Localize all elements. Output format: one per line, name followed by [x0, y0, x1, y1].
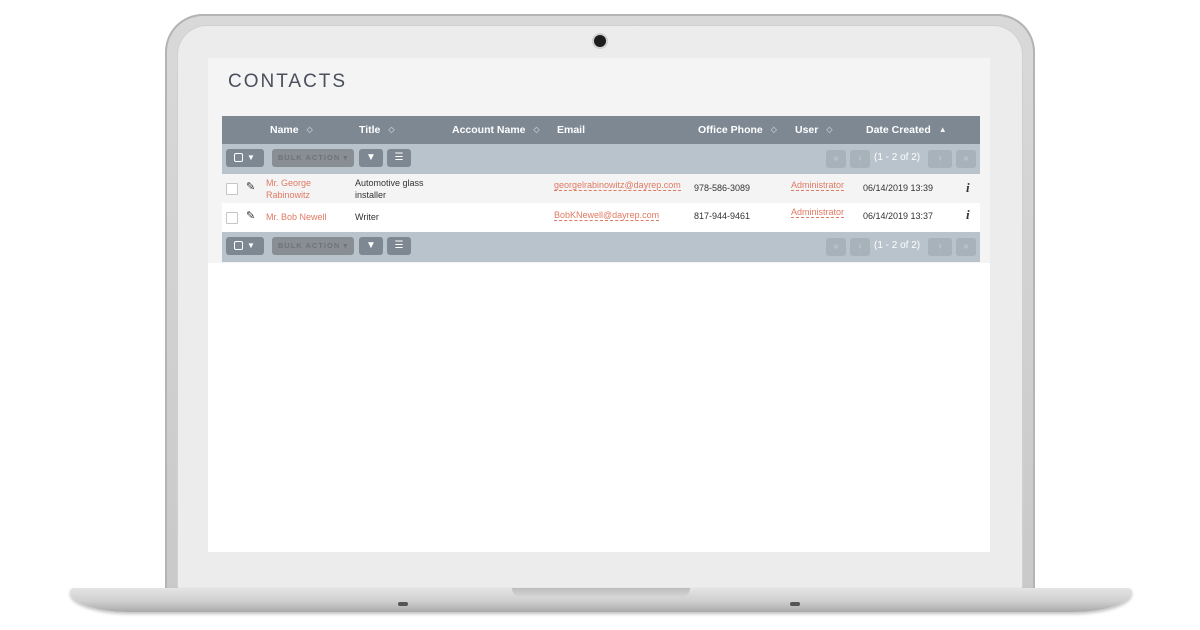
first-page-icon: « [833, 153, 839, 164]
filter-icon: ▼ [366, 152, 376, 163]
last-page-button[interactable]: » [956, 150, 976, 168]
next-page-icon: › [938, 241, 942, 252]
next-page-icon: › [938, 153, 942, 164]
list-toolbar-top: ▼ BULK ACTION ▾ ▼ ☰ « ‹ (1 - 2 of 2) › » [222, 144, 980, 174]
contact-title: Writer [355, 212, 379, 222]
checkbox-icon [234, 153, 243, 162]
pagination-summary: (1 - 2 of 2) [874, 152, 921, 163]
sort-icon[interactable]: ◇ [771, 125, 777, 134]
contact-email-link[interactable]: georgelrabinowitz@dayrep.com [554, 180, 681, 191]
contact-title: Automotive glass installer [355, 178, 424, 200]
screen: CONTACTS Name ◇ Title ◇ Account Name ◇ Emai… [208, 58, 990, 552]
table-row: ✎ Mr. George Rabinowitz Automotive glass i… [222, 174, 980, 203]
last-page-icon: » [963, 241, 969, 252]
contact-phone: 817-944-9461 [694, 211, 751, 221]
row-checkbox[interactable] [226, 183, 238, 195]
first-page-button[interactable]: « [826, 150, 846, 168]
bulk-action-button[interactable]: BULK ACTION ▾ [272, 149, 354, 167]
info-icon[interactable]: i [966, 180, 970, 196]
filter-button[interactable]: ▼ [359, 237, 383, 255]
select-all-dropdown[interactable]: ▼ [226, 149, 264, 167]
filter-button[interactable]: ▼ [359, 149, 383, 167]
pencil-icon[interactable]: ✎ [246, 209, 255, 222]
column-header-user[interactable]: User ◇ [795, 124, 833, 136]
contacts-list-view: Name ◇ Title ◇ Account Name ◇ Email Office … [222, 116, 980, 262]
laptop-foot-right [790, 602, 800, 606]
next-page-button[interactable]: › [928, 238, 952, 256]
previous-page-icon: ‹ [858, 153, 862, 164]
date-created: 06/14/2019 13:39 [863, 183, 934, 193]
pagination-summary: (1 - 2 of 2) [874, 240, 921, 251]
sort-icon[interactable]: ◇ [307, 125, 313, 134]
assigned-user-link[interactable]: Administrator [791, 207, 845, 218]
sort-icon[interactable]: ◇ [534, 125, 540, 134]
table-header: Name ◇ Title ◇ Account Name ◇ Email Office … [222, 116, 980, 144]
previous-page-button[interactable]: ‹ [850, 238, 870, 256]
contact-phone: 978-586-3089 [694, 183, 751, 193]
column-header-name[interactable]: Name ◇ [270, 124, 313, 136]
column-header-office-phone[interactable]: Office Phone ◇ [698, 124, 777, 136]
sort-icon[interactable]: ◇ [388, 125, 394, 134]
filter-icon: ▼ [366, 240, 376, 251]
column-header-email: Email [557, 124, 586, 136]
assigned-user-link[interactable]: Administrator [791, 180, 845, 191]
list-icon: ☰ [394, 240, 404, 251]
column-header-account-name[interactable]: Account Name ◇ [452, 124, 540, 136]
laptop-foot-left [398, 602, 408, 606]
previous-page-button[interactable]: ‹ [850, 150, 870, 168]
sort-icon[interactable]: ◇ [826, 125, 832, 134]
bulk-action-button[interactable]: BULK ACTION ▾ [272, 237, 354, 255]
sort-asc-icon[interactable]: ▲ [939, 125, 947, 134]
list-icon: ☰ [394, 152, 404, 163]
table-row: ✎ Mr. Bob Newell Writer BobKNewell@dayre… [222, 203, 980, 232]
date-created: 06/14/2019 13:37 [863, 211, 934, 221]
column-chooser-button[interactable]: ☰ [387, 237, 411, 255]
column-header-date-created[interactable]: Date Created ▲ [866, 124, 947, 136]
column-header-title[interactable]: Title ◇ [359, 124, 395, 136]
pencil-icon[interactable]: ✎ [246, 180, 255, 193]
first-page-icon: « [833, 241, 839, 252]
next-page-button[interactable]: › [928, 150, 952, 168]
last-page-icon: » [963, 153, 969, 164]
column-chooser-button[interactable]: ☰ [387, 149, 411, 167]
previous-page-icon: ‹ [858, 241, 862, 252]
last-page-button[interactable]: » [956, 238, 976, 256]
page-title: CONTACTS [228, 71, 348, 92]
contact-email-link[interactable]: BobKNewell@dayrep.com [554, 210, 660, 221]
laptop-notch [512, 588, 690, 598]
caret-down-icon: ▼ [247, 153, 255, 162]
list-toolbar-bottom: ▼ BULK ACTION ▾ ▼ ☰ « ‹ (1 - 2 of 2) › » [222, 232, 980, 262]
contact-name-link[interactable]: Mr. Bob Newell [266, 211, 327, 223]
contact-name-link[interactable]: Mr. George Rabinowitz [266, 177, 311, 201]
select-all-dropdown[interactable]: ▼ [226, 237, 264, 255]
checkbox-icon [234, 241, 243, 250]
caret-down-icon: ▼ [247, 241, 255, 250]
camera-icon [594, 35, 606, 47]
row-checkbox[interactable] [226, 212, 238, 224]
info-icon[interactable]: i [966, 207, 970, 223]
first-page-button[interactable]: « [826, 238, 846, 256]
